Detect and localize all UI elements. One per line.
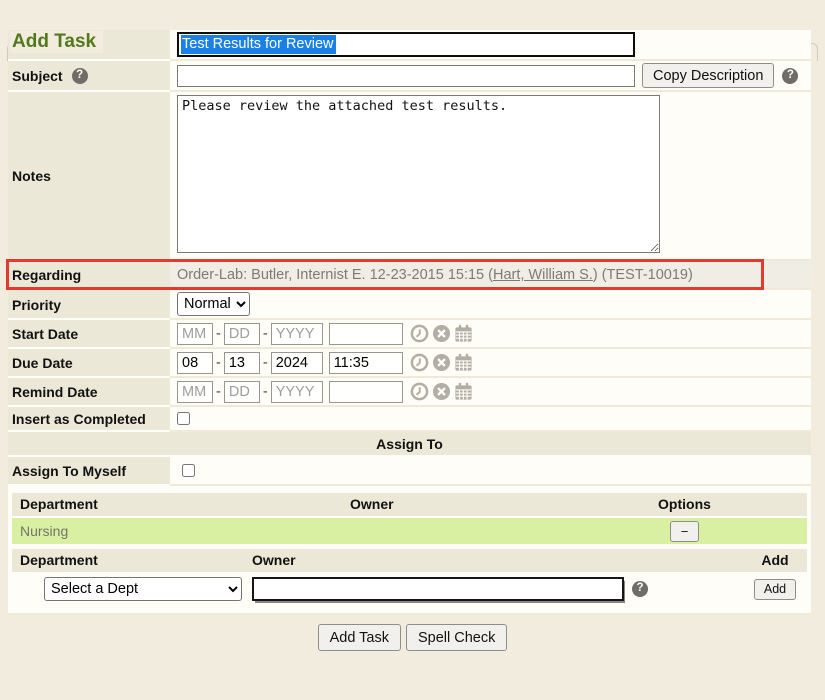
due-year-input[interactable]: [271, 352, 323, 374]
regarding-patient-link[interactable]: Hart, William S.: [493, 267, 593, 283]
copy-description-help-icon[interactable]: ?: [782, 68, 798, 84]
assigned-row-nursing: Nursing −: [12, 518, 807, 544]
regarding-row: Regarding Order-Lab: Butler, Internist E…: [8, 261, 811, 290]
start-clear-icon[interactable]: [432, 324, 451, 343]
add-task-button[interactable]: Add Task: [318, 624, 401, 651]
regarding-text-after: ) (TEST-10019): [593, 267, 693, 283]
assignment-tables: Department Owner Options Nursing − Depar…: [8, 486, 811, 615]
date-separator: -: [216, 384, 221, 400]
owner-column-header: Owner: [252, 552, 743, 568]
remind-time-input[interactable]: [329, 381, 403, 403]
insert-completed-label: Insert as Completed: [8, 407, 170, 432]
priority-row: Priority Normal: [8, 290, 811, 320]
description-selected-text: Test Results for Review: [181, 35, 336, 54]
start-clock-icon[interactable]: [410, 324, 429, 343]
due-clear-icon[interactable]: [432, 353, 451, 372]
remind-date-row: Remind Date - -: [8, 378, 811, 407]
regarding-label: Regarding: [8, 261, 170, 290]
description-input[interactable]: Test Results for Review: [177, 32, 635, 57]
subject-row: Subject ? Copy Description ?: [8, 61, 811, 92]
remind-clock-icon[interactable]: [410, 382, 429, 401]
remind-year-input[interactable]: [271, 381, 323, 403]
assign-myself-checkbox[interactable]: [182, 464, 195, 477]
description-row: Description Test Results for Review: [8, 30, 811, 61]
due-calendar-icon[interactable]: [454, 353, 473, 372]
add-task-form: Description Test Results for Review Subj…: [8, 30, 811, 615]
remind-day-input[interactable]: [224, 381, 260, 403]
start-time-input[interactable]: [329, 323, 403, 345]
date-separator: -: [263, 355, 268, 371]
form-actions: Add Task Spell Check: [0, 624, 825, 651]
start-year-input[interactable]: [271, 323, 323, 345]
copy-description-button[interactable]: Copy Description: [642, 63, 774, 88]
start-date-label: Start Date: [8, 320, 170, 349]
start-day-input[interactable]: [224, 323, 260, 345]
page-title: Add Task: [10, 31, 103, 53]
subject-input[interactable]: [177, 65, 635, 87]
add-column-header: Add: [743, 552, 807, 568]
notes-row: Notes: [8, 92, 811, 261]
owner-input[interactable]: [252, 577, 624, 601]
remind-clear-icon[interactable]: [432, 382, 451, 401]
notes-textarea[interactable]: [177, 95, 660, 253]
remind-date-label: Remind Date: [8, 378, 170, 407]
owner-help-icon[interactable]: ?: [632, 581, 648, 597]
notes-label: Notes: [8, 92, 170, 261]
department-column-header: Department: [12, 552, 252, 568]
remove-assignment-button[interactable]: −: [670, 521, 700, 542]
due-time-input[interactable]: [329, 352, 403, 374]
options-column-header: Options: [562, 496, 807, 512]
priority-select[interactable]: Normal: [177, 292, 250, 316]
due-date-label: Due Date: [8, 349, 170, 378]
spell-check-button[interactable]: Spell Check: [406, 624, 507, 651]
date-separator: -: [216, 326, 221, 342]
remind-calendar-icon[interactable]: [454, 382, 473, 401]
due-date-row: Due Date - -: [8, 349, 811, 378]
add-table-header: Department Owner Add: [12, 549, 807, 572]
assigned-departments-table: Department Owner Options Nursing −: [12, 493, 807, 544]
due-clock-icon[interactable]: [410, 353, 429, 372]
add-assignment-button[interactable]: Add: [754, 579, 796, 600]
assign-myself-row: Assign To Myself: [8, 457, 811, 486]
start-calendar-icon[interactable]: [454, 324, 473, 343]
owner-column-header: Owner: [350, 496, 562, 512]
start-date-row: Start Date - -: [8, 320, 811, 349]
department-select[interactable]: Select a Dept: [44, 577, 242, 601]
insert-completed-checkbox[interactable]: [177, 412, 190, 425]
due-day-input[interactable]: [224, 352, 260, 374]
subject-help-icon[interactable]: ?: [72, 68, 88, 84]
add-assignment-table: Department Owner Add Select a Dept ? Add: [12, 549, 807, 604]
start-month-input[interactable]: [177, 323, 213, 345]
date-separator: -: [263, 384, 268, 400]
priority-label: Priority: [8, 290, 170, 320]
date-separator: -: [263, 326, 268, 342]
department-column-header: Department: [12, 496, 350, 512]
assign-myself-label: Assign To Myself: [8, 457, 170, 486]
due-month-input[interactable]: [177, 352, 213, 374]
regarding-text: Order-Lab: Butler, Internist E. 12-23-20…: [177, 267, 493, 283]
assigned-table-header: Department Owner Options: [12, 493, 807, 516]
assigned-department: Nursing: [12, 523, 350, 539]
remind-month-input[interactable]: [177, 381, 213, 403]
date-separator: -: [216, 355, 221, 371]
assign-to-header: Assign To: [8, 432, 811, 457]
add-assignment-row: Select a Dept ? Add: [12, 572, 807, 604]
subject-label: Subject: [12, 68, 63, 84]
insert-completed-row: Insert as Completed: [8, 407, 811, 432]
